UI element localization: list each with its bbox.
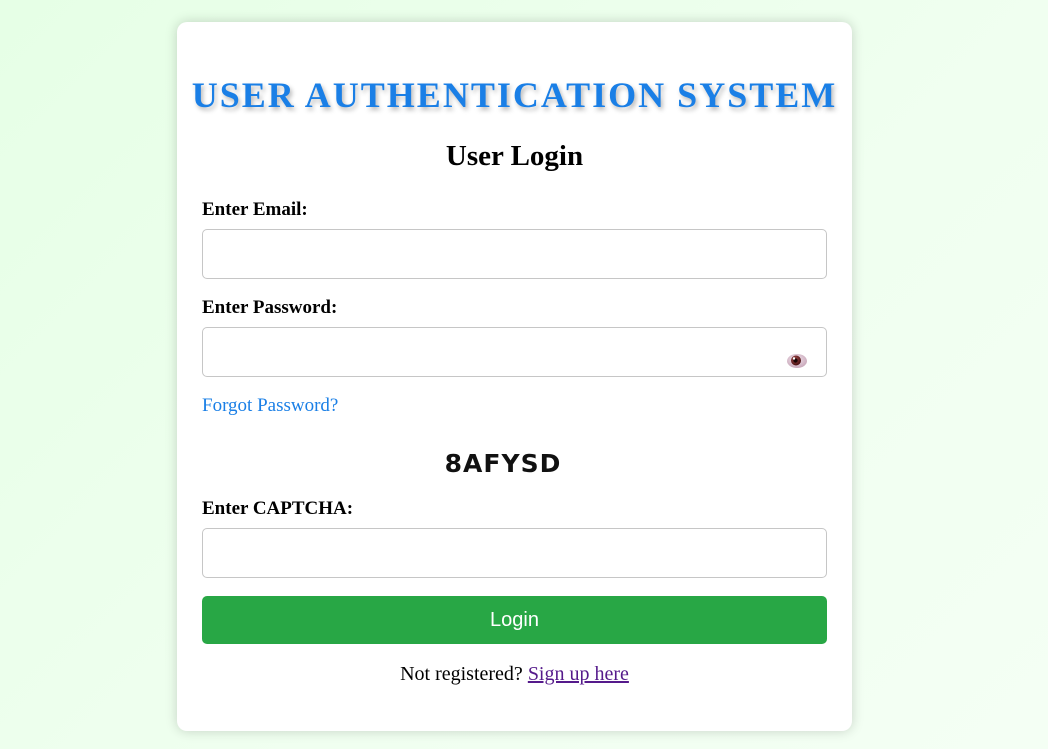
captcha-field[interactable] [202,528,827,578]
email-label: Enter Email: [202,199,308,220]
signup-prompt-line: Not registered? Sign up here [177,663,852,686]
forgot-password-link[interactable]: Forgot Password? [202,395,338,417]
signup-prompt: Not registered? [400,663,523,685]
password-field[interactable] [202,327,827,377]
captcha-code: 8AFYSD [444,449,562,478]
eye-icon[interactable] [786,353,808,369]
login-button[interactable]: Login [202,596,827,644]
login-card: USER AUTHENTICATION SYSTEM User Login En… [177,22,852,731]
form-title: User Login [445,140,584,172]
email-field[interactable] [202,229,827,279]
captcha-label: Enter CAPTCHA: [202,498,354,519]
password-label: Enter Password: [202,297,338,318]
app-title: USER AUTHENTICATION SYSTEM [191,75,838,115]
signup-link[interactable]: Sign up here [528,663,629,685]
